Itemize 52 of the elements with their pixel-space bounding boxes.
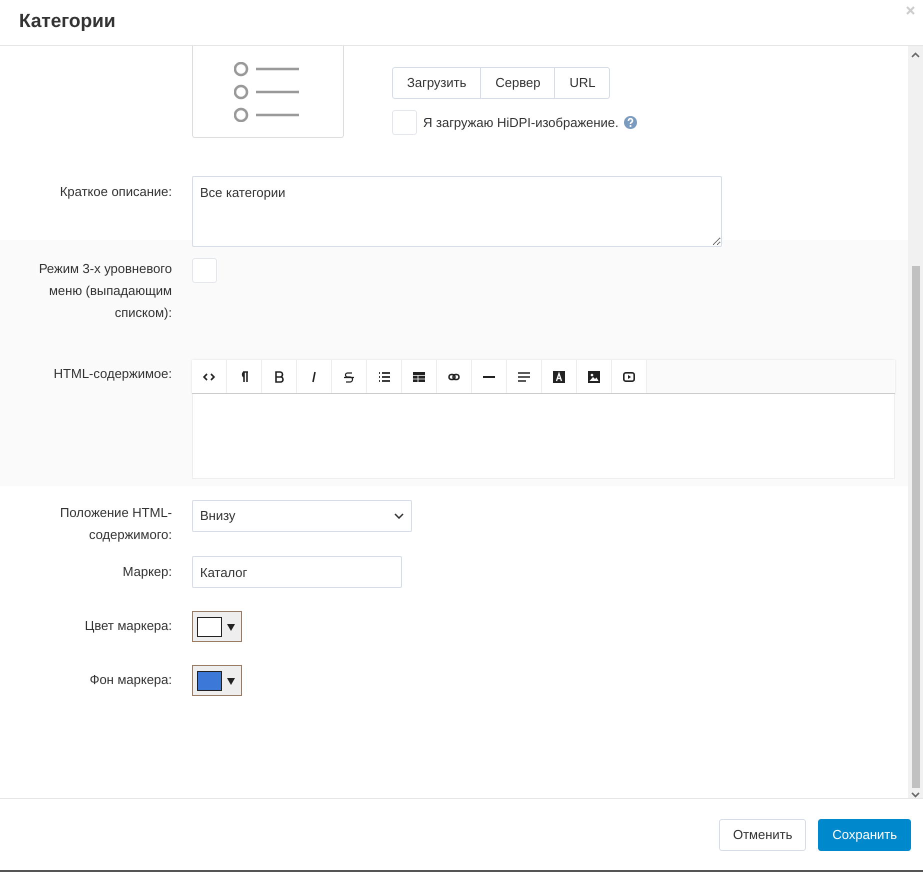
text-color-button[interactable] xyxy=(542,360,577,393)
description-field[interactable]: Все категории xyxy=(192,176,722,247)
hidpi-label: Я загружаю HiDPI-изображение. xyxy=(423,114,619,132)
source-button[interactable]: URL xyxy=(555,67,610,99)
position-select[interactable]: Внизу xyxy=(192,500,412,532)
align-button[interactable] xyxy=(507,360,542,393)
strikethrough-button[interactable] xyxy=(332,360,367,393)
field-label: Фон маркера: xyxy=(88,671,172,689)
chevron-down-icon xyxy=(394,513,404,519)
close-icon xyxy=(906,6,915,15)
link-icon xyxy=(448,370,460,382)
bullet-list-icon xyxy=(378,370,390,382)
align-icon xyxy=(518,370,530,382)
code-icon xyxy=(203,370,215,382)
link-button[interactable] xyxy=(437,360,472,393)
table-button[interactable] xyxy=(402,360,437,393)
field-label: Режим 3-х уровневого меню (выпадающим списком): xyxy=(38,260,172,322)
field-label: Положение HTML-содержимого: xyxy=(58,504,172,544)
image-button[interactable] xyxy=(577,360,612,393)
list-icon xyxy=(234,62,302,122)
cancel-button[interactable]: Отменить xyxy=(718,818,806,850)
field-label: Маркер: xyxy=(122,563,172,581)
source-button[interactable]: Загрузить xyxy=(392,67,482,99)
bold-button[interactable] xyxy=(262,360,297,393)
hidpi-checkbox[interactable] xyxy=(392,110,417,135)
field-label: Краткое описание: xyxy=(58,183,172,201)
menu-mode-checkbox[interactable] xyxy=(192,258,217,283)
image-icon xyxy=(588,370,600,382)
field-label: HTML-содержимое: xyxy=(52,365,172,383)
scroll-up-icon[interactable] xyxy=(911,52,920,58)
caret-icon xyxy=(227,676,235,684)
caret-icon xyxy=(227,622,235,630)
table-icon xyxy=(413,370,425,382)
scroll-down-icon[interactable] xyxy=(911,792,920,798)
video-button[interactable] xyxy=(612,360,647,393)
field-label: Цвет маркера: xyxy=(84,617,172,635)
help-icon[interactable] xyxy=(624,116,637,129)
strikethrough-icon xyxy=(343,370,355,382)
marker-field[interactable]: Каталог xyxy=(192,556,402,588)
bold-icon xyxy=(273,370,285,382)
save-button[interactable]: Сохранить xyxy=(818,818,911,850)
scrollbar-thumb[interactable] xyxy=(912,266,920,788)
source-button[interactable]: Сервер xyxy=(481,67,556,99)
text-color-icon xyxy=(553,370,565,382)
code-button[interactable] xyxy=(192,360,227,393)
color-picker[interactable] xyxy=(192,611,242,642)
dialog-title: Категории xyxy=(19,11,116,34)
paragraph-button[interactable] xyxy=(227,360,262,393)
color-picker[interactable] xyxy=(192,665,242,696)
horizontal-rule-button[interactable] xyxy=(472,360,507,393)
video-icon xyxy=(623,370,635,382)
bullet-list-button[interactable] xyxy=(367,360,402,393)
